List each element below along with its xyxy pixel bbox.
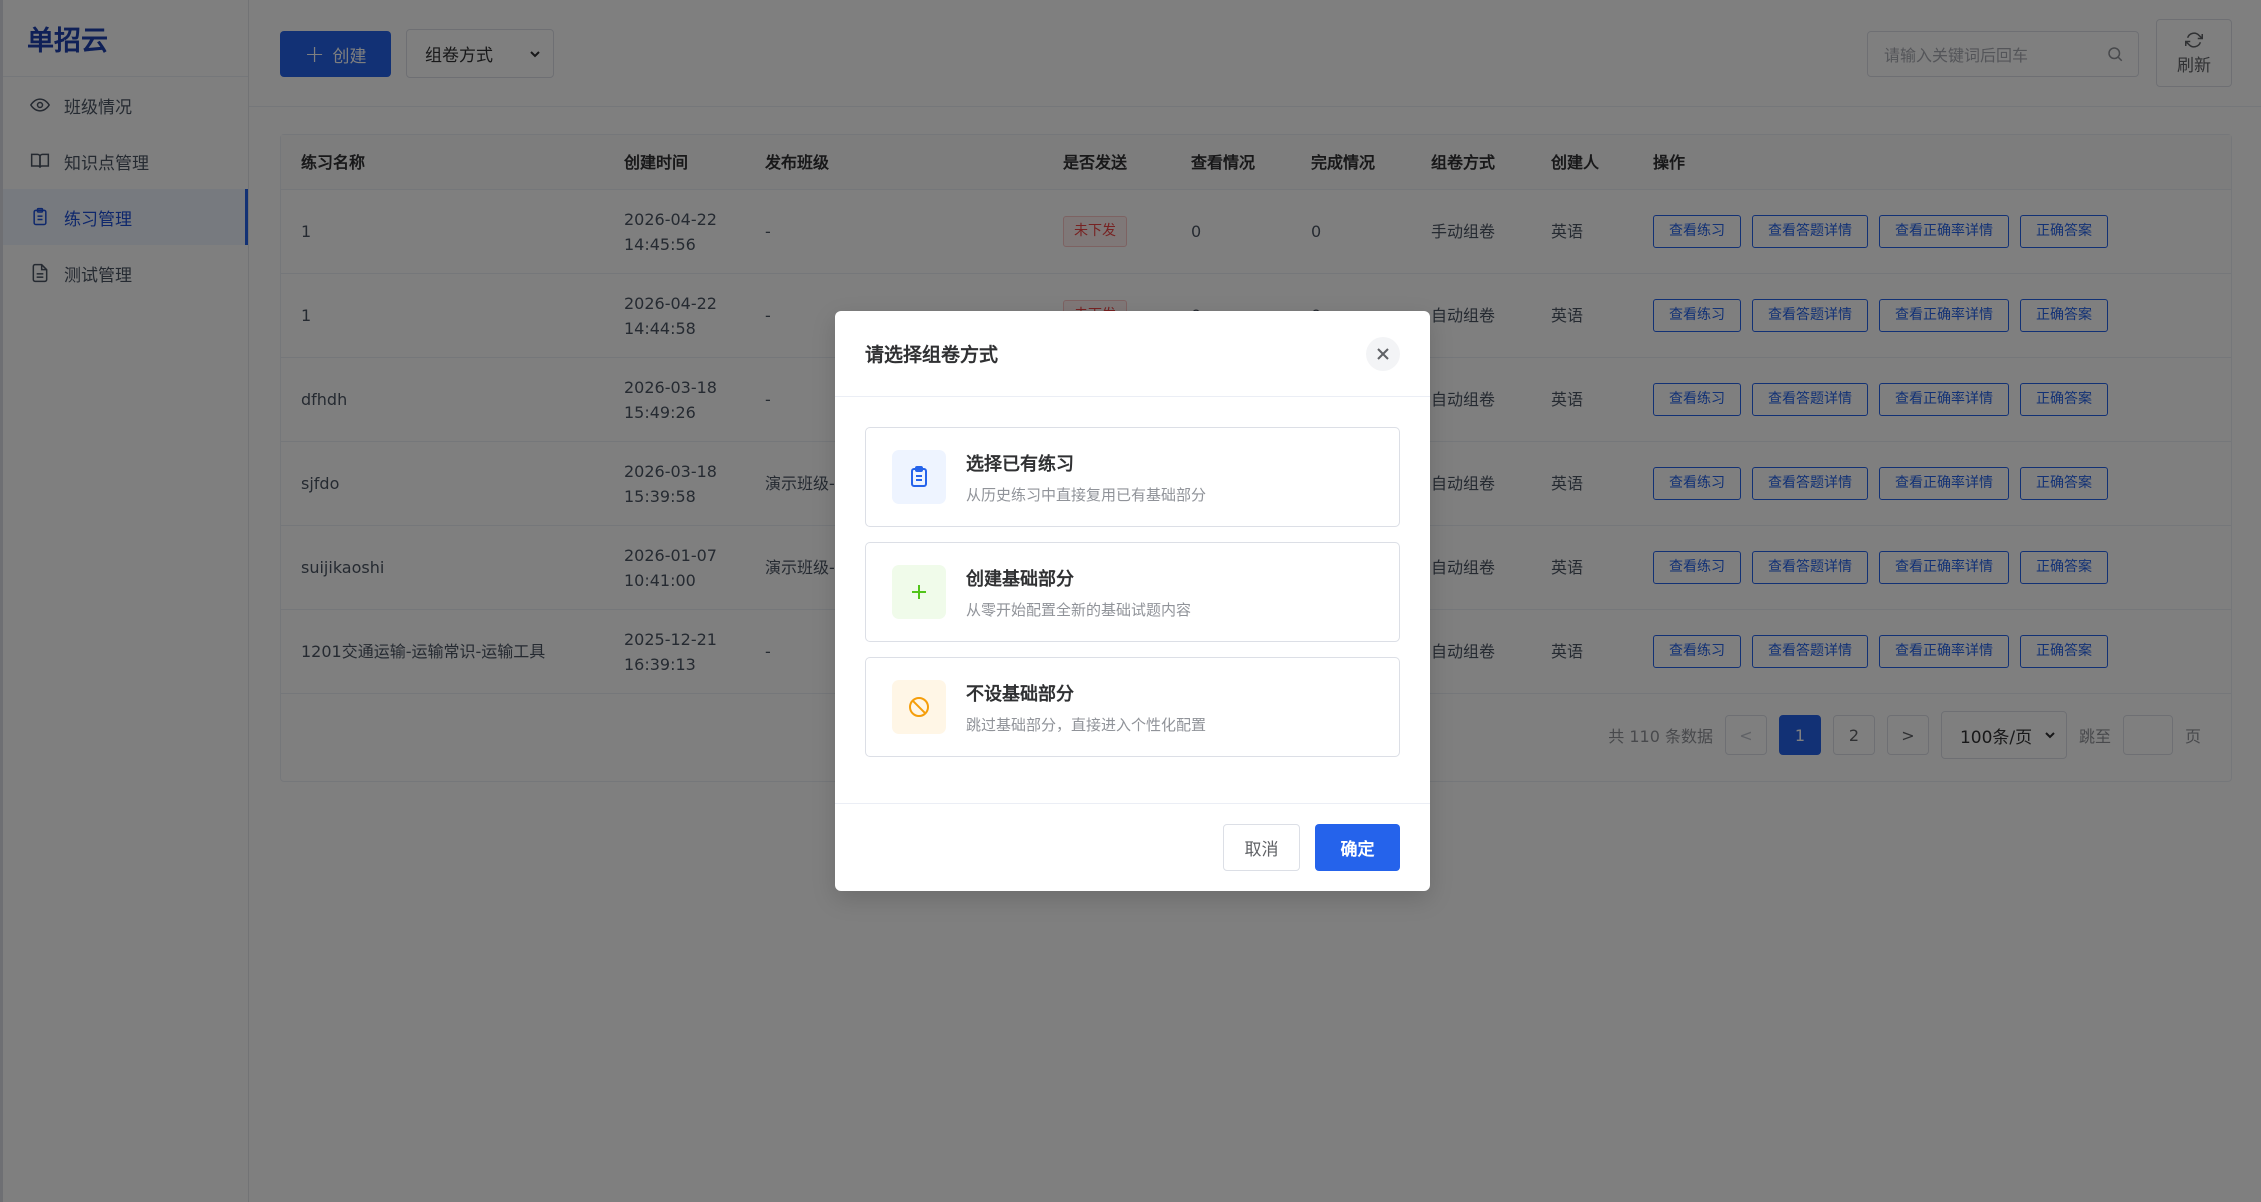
option-select-existing[interactable]: 选择已有练习 从历史练习中直接复用已有基础部分 bbox=[865, 427, 1400, 527]
confirm-button[interactable]: 确定 bbox=[1315, 824, 1400, 871]
clipboard-icon bbox=[892, 450, 946, 504]
option-text: 不设基础部分 跳过基础部分，直接进入个性化配置 bbox=[966, 680, 1206, 735]
cancel-button[interactable]: 取消 bbox=[1223, 824, 1300, 871]
option-description: 跳过基础部分，直接进入个性化配置 bbox=[966, 715, 1207, 734]
option-description: 从历史练习中直接复用已有基础部分 bbox=[966, 485, 1207, 504]
compose-mode-dialog: 请选择组卷方式 选择已有练习 从历史练习中直接复用已有基础部分 创建基础部分 从… bbox=[835, 311, 1430, 891]
dialog-title: 请选择组卷方式 bbox=[865, 344, 999, 366]
option-text: 创建基础部分 从零开始配置全新的基础试题内容 bbox=[966, 565, 1191, 620]
ban-icon bbox=[892, 680, 946, 734]
close-button[interactable] bbox=[1366, 336, 1400, 371]
dialog-header: 请选择组卷方式 bbox=[835, 311, 1430, 397]
option-create-base[interactable]: 创建基础部分 从零开始配置全新的基础试题内容 bbox=[865, 542, 1400, 642]
option-title: 创建基础部分 bbox=[966, 568, 1074, 590]
option-text: 选择已有练习 从历史练习中直接复用已有基础部分 bbox=[966, 450, 1206, 505]
option-description: 从零开始配置全新的基础试题内容 bbox=[966, 600, 1192, 619]
close-icon bbox=[1377, 347, 1389, 360]
dialog-footer: 取消 确定 bbox=[835, 803, 1430, 891]
option-no-base[interactable]: 不设基础部分 跳过基础部分，直接进入个性化配置 bbox=[865, 657, 1400, 757]
option-title: 不设基础部分 bbox=[966, 683, 1074, 705]
plus-icon bbox=[892, 565, 946, 619]
option-title: 选择已有练习 bbox=[966, 453, 1074, 475]
